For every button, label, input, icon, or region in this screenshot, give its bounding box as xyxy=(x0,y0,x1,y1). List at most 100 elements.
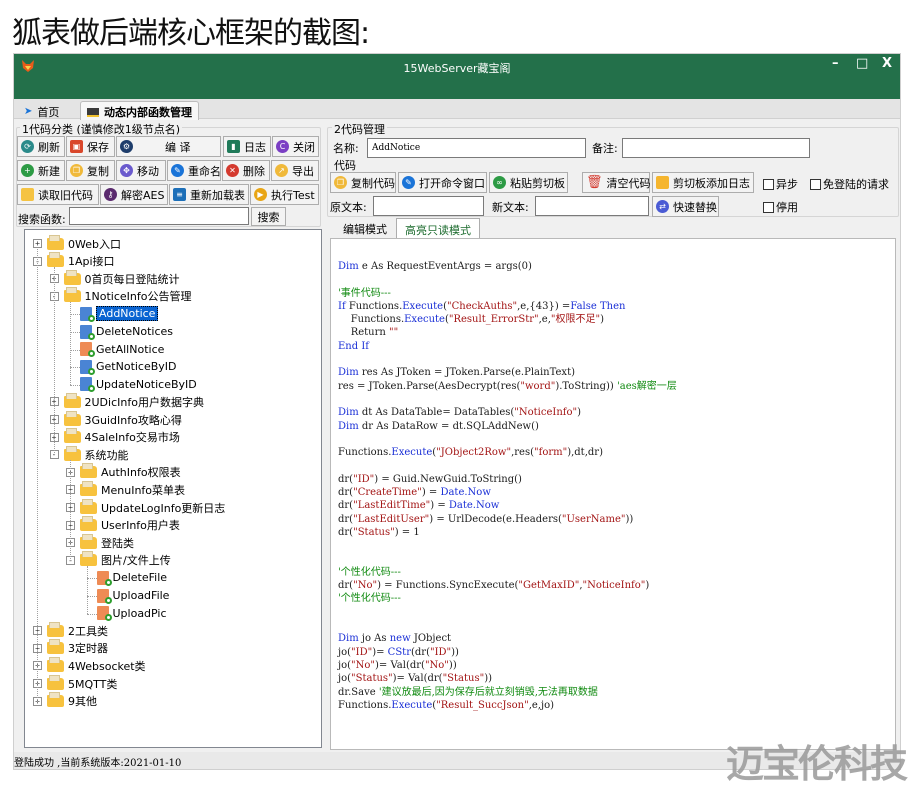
folder-icon xyxy=(63,287,81,303)
save-button[interactable]: ▣ 保存 xyxy=(66,136,115,157)
paste-clipboard-button[interactable]: ∞ 粘贴剪切板 xyxy=(489,172,568,193)
log-button[interactable]: ▮ 日志 xyxy=(223,136,271,157)
button-label: 执行Test xyxy=(271,188,315,202)
log-book-icon: ▮ xyxy=(227,140,240,153)
code-token: Functions. xyxy=(338,699,392,711)
tree-node[interactable]: 0Web入口 xyxy=(47,234,121,252)
tree-node[interactable]: 1NoticeInfo公告管理 xyxy=(63,287,191,305)
async-checkbox[interactable]: 异步 xyxy=(763,176,798,192)
close-button[interactable]: X xyxy=(882,56,892,71)
tree-node[interactable]: DeleteFile xyxy=(96,569,167,586)
tree-node[interactable]: GetAllNotice xyxy=(80,341,164,358)
copy-code-button[interactable]: ❐ 复制代码 xyxy=(330,172,396,193)
search-button[interactable]: 搜索 xyxy=(251,207,286,226)
maximize-button[interactable]: □ xyxy=(856,56,868,71)
tree-node-label: 0首页每日登陆统计 xyxy=(84,272,180,286)
tab-dynamic-functions[interactable]: 动态内部函数管理 xyxy=(80,101,199,120)
code-token: dt As DataTable= DataTables( xyxy=(358,407,515,419)
code-token: '事件代码--- xyxy=(338,287,391,299)
close-tab-button[interactable]: C 关闭 xyxy=(272,136,319,157)
tree-node[interactable]: 4SaleInfo交易市场 xyxy=(63,428,180,446)
search-input[interactable] xyxy=(69,207,249,225)
clipboard-add-log-button[interactable]: 剪切板添加日志 xyxy=(652,172,754,193)
tree-node[interactable]: MenuInfo菜单表 xyxy=(80,480,185,498)
quick-replace-button[interactable]: ⇄ 快速替换 xyxy=(652,196,719,217)
tree-node[interactable]: 2工具类 xyxy=(47,621,108,639)
checkbox-label: 异步 xyxy=(776,178,798,191)
clear-code-button[interactable]: 🗑 清空代码 xyxy=(582,172,651,193)
new-button[interactable]: + 新建 xyxy=(17,160,65,181)
navigation-arrow-icon: ➤ xyxy=(24,106,33,117)
tree-node[interactable]: AddNotice xyxy=(80,305,159,322)
code-token: "UserName" xyxy=(561,513,626,525)
minimize-button[interactable]: – xyxy=(832,56,839,71)
code-token: res As JToken = JToken.Parse(e.PlainText… xyxy=(358,367,575,379)
title-bar: 15WebServer藏宝阁 – □ X xyxy=(14,54,900,99)
new-text-input[interactable] xyxy=(535,196,649,216)
tree-connector xyxy=(86,596,97,597)
pencil-icon: ✎ xyxy=(171,164,184,177)
tree-node[interactable]: AuthInfo权限表 xyxy=(80,463,181,481)
tree-node-label: UpdateLogInfo更新日志 xyxy=(101,501,226,515)
tree-node[interactable]: 0首页每日登陆统计 xyxy=(63,269,180,287)
move-button[interactable]: ✥ 移动 xyxy=(116,160,166,181)
remark-input[interactable] xyxy=(622,138,810,158)
tree-node[interactable]: 9其他 xyxy=(47,692,97,710)
code-token: "No" xyxy=(351,659,376,671)
decrypt-aes-button[interactable]: ⚷ 解密AES xyxy=(100,184,168,205)
tree-node[interactable]: UploadPic xyxy=(96,605,167,622)
tree-node[interactable]: 登陆类 xyxy=(80,533,134,551)
tree-node-label: 9其他 xyxy=(68,695,97,709)
code-line: Dim res As JToken = JToken.Parse(e.Plain… xyxy=(338,366,677,379)
tab-home[interactable]: ➤ 首页 xyxy=(18,101,65,120)
open-command-window-button[interactable]: ✎ 打开命令窗口 xyxy=(398,172,487,193)
tree-node[interactable]: DeleteNotices xyxy=(80,323,173,340)
reload-table-button[interactable]: ≡ 重新加载表 xyxy=(169,184,249,205)
tree-node[interactable]: UpdateNoticeByID xyxy=(80,376,197,393)
tree-node[interactable]: UpdateLogInfo更新日志 xyxy=(80,498,226,516)
old-text-input[interactable] xyxy=(373,196,484,216)
tab-edit-mode[interactable]: 编辑模式 xyxy=(335,218,395,238)
plus-icon: + xyxy=(21,164,34,177)
name-input[interactable] xyxy=(367,138,586,158)
refresh-button[interactable]: ⟳ 刷新 xyxy=(17,136,65,157)
tree-node[interactable]: UserInfo用户表 xyxy=(80,516,180,534)
tree-node[interactable]: GetNoticeByID xyxy=(80,358,177,375)
tree-node[interactable]: 图片/文件上传 xyxy=(80,551,171,569)
tree-node[interactable]: 4Websocket类 xyxy=(47,656,146,674)
code-tree[interactable]: +0Web入口 -1Api接口 +0首页每日登陆统计 -1NoticeInfo公告管理… xyxy=(24,229,322,748)
tab-highlight-readonly-mode[interactable]: 高亮只读模式 xyxy=(396,218,480,238)
tree-node[interactable]: 5MQTT类 xyxy=(47,674,117,692)
refresh-icon: ⟳ xyxy=(21,140,34,153)
code-token: "No" xyxy=(424,659,449,671)
database-icon: ≡ xyxy=(173,188,186,201)
code-token: ) = xyxy=(430,500,449,512)
tree-node[interactable]: 2UDicInfo用户数据字典 xyxy=(63,392,204,410)
expand-button[interactable]: + xyxy=(33,239,42,248)
code-token: res = JToken.Parse(AesDecrypt(res( xyxy=(338,380,521,392)
button-label: 关闭 xyxy=(293,140,315,154)
export-button[interactable]: ↗ 导出 xyxy=(271,160,319,181)
tree-node[interactable]: 3GuidInfo攻略心得 xyxy=(63,410,182,428)
run-test-button[interactable]: ▶ 执行Test xyxy=(250,184,319,205)
tree-node[interactable]: 1Api接口 xyxy=(47,252,115,270)
rename-button[interactable]: ✎ 重命名 xyxy=(167,160,221,181)
tree-node[interactable]: UploadFile xyxy=(96,587,169,604)
delete-button[interactable]: ✕ 删除 xyxy=(222,160,270,181)
button-label: 刷新 xyxy=(38,140,60,154)
tree-node[interactable]: 系统功能 xyxy=(63,445,129,463)
code-token: "Status" xyxy=(353,526,395,538)
disabled-checkbox[interactable]: 停用 xyxy=(763,199,798,215)
tree-node[interactable]: 3定时器 xyxy=(47,639,108,657)
no-login-request-checkbox[interactable]: 免登陆的请求 xyxy=(810,176,889,192)
read-old-code-button[interactable]: 读取旧代码 xyxy=(17,184,99,205)
code-token: "ID" xyxy=(353,473,375,485)
copy-button[interactable]: ❐ 复制 xyxy=(66,160,115,181)
function-file-icon xyxy=(80,377,95,393)
code-editor[interactable]: Dim e As RequestEventArgs = args(0) '事件代… xyxy=(330,238,896,750)
code-label: 代码 xyxy=(334,159,356,172)
compile-button[interactable]: ⚙ 编 译 xyxy=(116,136,221,157)
code-line: dr("CreateTime") = Date.Now xyxy=(338,486,677,499)
